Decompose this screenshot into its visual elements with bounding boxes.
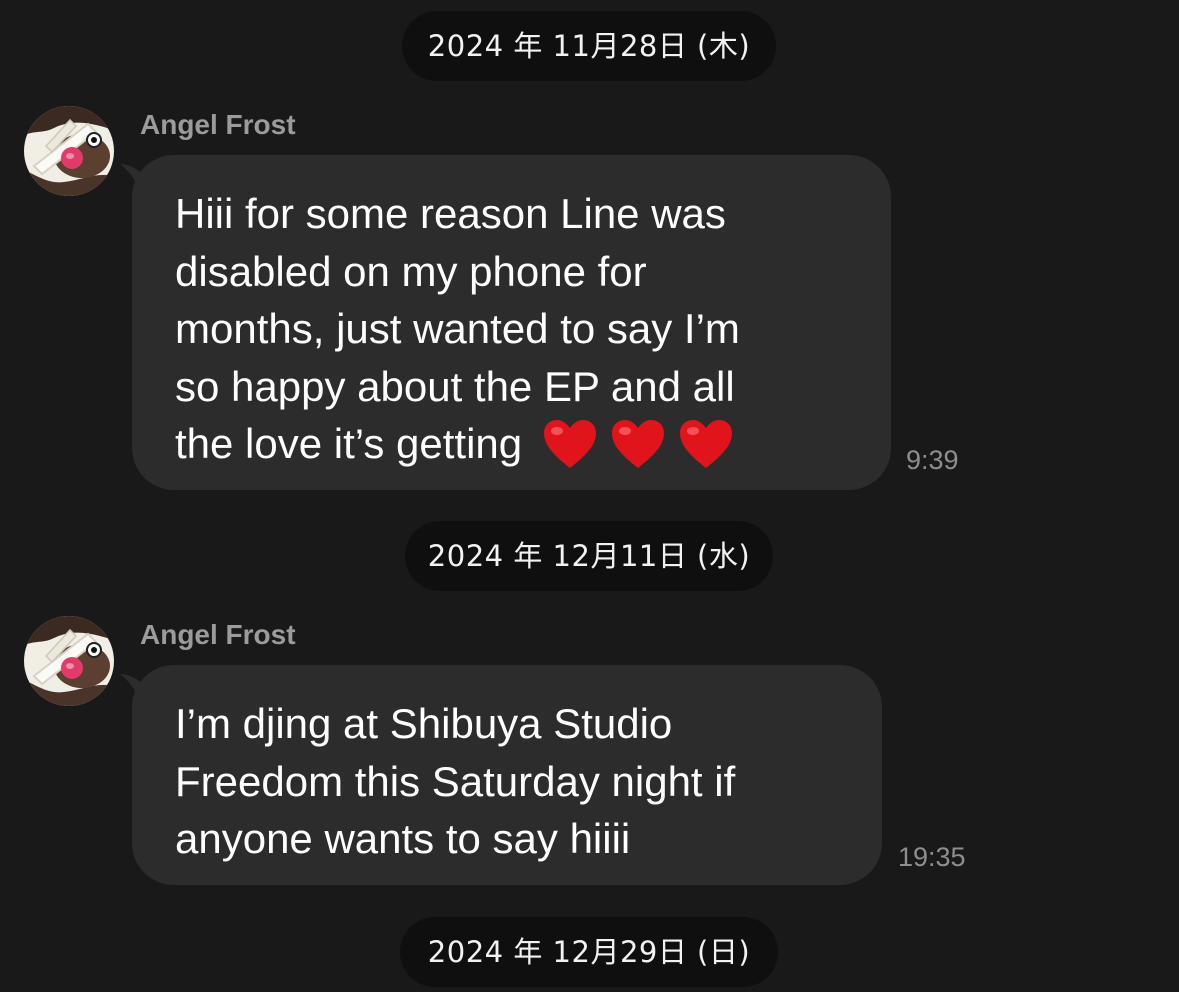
message-timestamp: 19:35	[898, 842, 966, 872]
sender-avatar[interactable]	[24, 106, 114, 196]
message-line-with-emoji: the love it’s getting	[175, 415, 851, 473]
sender-name: Angel Frost	[140, 619, 296, 650]
avatar-image	[24, 106, 114, 196]
message-line: the love it’s getting	[175, 420, 523, 467]
message-line: Hiii for some reason Line was	[175, 190, 726, 237]
red-heart-icon	[612, 420, 665, 468]
date-label: 2024 年 12月11日 (水)	[427, 539, 751, 573]
message-line: I’m djing at Shibuya Studio	[175, 700, 673, 747]
sender-avatar[interactable]	[24, 616, 114, 706]
red-heart-icon	[544, 420, 597, 468]
date-label: 2024 年 12月29日 (日)	[427, 935, 751, 969]
message-line: anyone wants to say hiiii	[175, 815, 631, 862]
message-line: Freedom this Saturday night if	[175, 757, 736, 805]
message-line: months, just wanted to say I’m	[175, 305, 740, 352]
red-heart-icon	[680, 420, 733, 468]
date-separator: 2024 年 11月28日 (木)	[402, 11, 776, 81]
date-label: 2024 年 11月28日 (木)	[427, 29, 751, 63]
message-line: so happy about the EP and all	[175, 362, 735, 410]
date-separator: 2024 年 12月29日 (日)	[400, 917, 778, 987]
date-separator: 2024 年 12月11日 (水)	[405, 521, 773, 591]
message-timestamp: 9:39	[906, 445, 959, 475]
message-bubble[interactable]: I’m djing at Shibuya Studio Freedom this…	[132, 665, 882, 885]
avatar-image	[24, 616, 114, 706]
message-bubble[interactable]: Hiii for some reason Line was disabled o…	[132, 155, 891, 490]
sender-name: Angel Frost	[140, 109, 296, 140]
message-line: disabled on my phone for	[175, 247, 647, 295]
